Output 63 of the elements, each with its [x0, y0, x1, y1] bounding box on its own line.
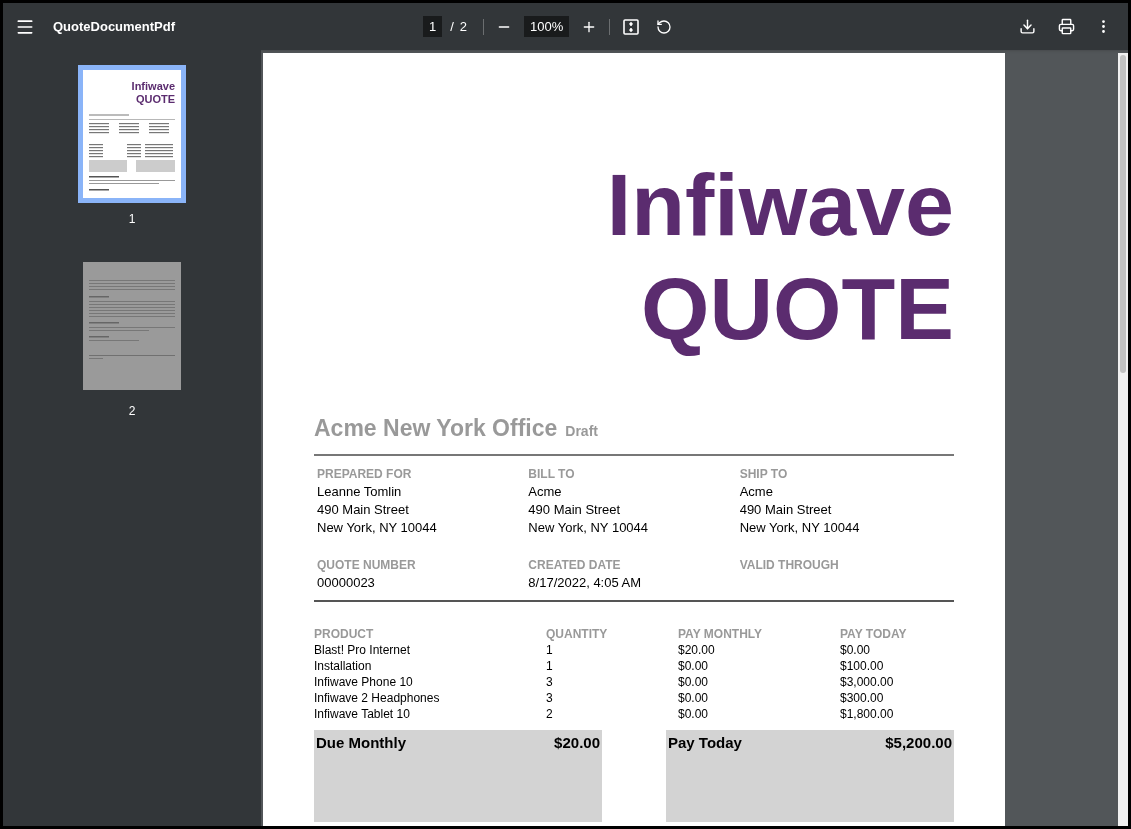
table-cell-text: Infiwave Tablet 10 [314, 705, 411, 722]
table-cell-text: $0.00 [678, 689, 710, 706]
table-cell-text: $0.00 [678, 657, 710, 674]
table-cell-text: Infiwave 2 Headphones [314, 689, 441, 706]
table-cell-text: $20.00 [678, 641, 716, 658]
address-line: Acme [739, 482, 774, 501]
address-line: 490 Main Street [528, 500, 622, 519]
field-label: PREPARED FOR [317, 465, 413, 483]
zoom-input[interactable]: 100% [524, 15, 570, 38]
total-value: $20.00 [554, 732, 600, 753]
table-cell-text: Installation [314, 657, 373, 674]
table-cell-text: $0.00 [678, 705, 710, 722]
document-title: QUOTE [641, 258, 954, 360]
download-icon[interactable] [1019, 18, 1036, 35]
total-value: $5,200.00 [885, 732, 952, 753]
page-thumbnail[interactable]: Infiwave QUOTE [78, 65, 186, 203]
field-value: 8/17/2022, 4:05 AM [528, 573, 643, 592]
table-cell-text: 2 [546, 705, 554, 722]
column-header: PAY TODAY [840, 625, 908, 642]
page-number: 1 [128, 211, 136, 227]
table-cell-text: 3 [546, 689, 554, 706]
document-title: QuoteDocumentPdf [53, 17, 177, 36]
table-cell-text: $300.00 [840, 689, 885, 706]
address-line: New York, NY 10044 [739, 518, 861, 537]
field-label: VALID THROUGH [739, 556, 840, 574]
page-count: 2 [459, 17, 468, 36]
document-title: Infiwave [606, 154, 954, 256]
thumbnail-title: Infiwave [131, 80, 175, 93]
field-label: CREATED DATE [528, 556, 622, 574]
column-header: QUANTITY [546, 625, 609, 642]
fit-page-icon[interactable] [622, 17, 641, 36]
table-cell-text: $0.00 [678, 673, 710, 690]
total-label: Due Monthly [316, 732, 406, 753]
total-label: Pay Today [668, 732, 742, 753]
page-input[interactable]: 1 [423, 15, 443, 38]
table-cell-text: Blast! Pro Internet [314, 641, 412, 658]
page-separator: / [450, 17, 454, 36]
table-cell-text: $1,800.00 [840, 705, 895, 722]
address-line: Acme [528, 482, 563, 501]
column-header: PRODUCT [314, 625, 375, 642]
field-label: BILL TO [528, 465, 576, 483]
address-line: 490 Main Street [739, 500, 833, 519]
page-number: 2 [128, 403, 136, 419]
table-cell-text: 1 [546, 657, 554, 674]
table-cell-text: $0.00 [840, 641, 872, 658]
table-cell-text: 3 [546, 673, 554, 690]
table-cell-text: Infiwave Phone 10 [314, 673, 414, 690]
field-value: 00000023 [317, 573, 376, 592]
table-cell-text: 1 [546, 641, 554, 658]
address-line: New York, NY 10044 [528, 518, 650, 537]
column-header: PAY MONTHLY [678, 625, 764, 642]
print-icon[interactable] [1058, 18, 1075, 35]
office-name: Acme New York Office [314, 414, 558, 443]
field-label: QUOTE NUMBER [317, 556, 417, 574]
status-label: Draft [565, 422, 598, 441]
field-label: SHIP TO [739, 465, 789, 483]
thumbnail-title: QUOTE [135, 93, 175, 106]
address-line: 490 Main Street [317, 500, 410, 519]
address-line: New York, NY 10044 [317, 518, 438, 537]
rotate-icon[interactable] [656, 18, 673, 35]
table-cell-text: $3,000.00 [840, 673, 895, 690]
table-cell-text: $100.00 [840, 657, 885, 674]
address-line: Leanne Tomlin [317, 482, 403, 501]
